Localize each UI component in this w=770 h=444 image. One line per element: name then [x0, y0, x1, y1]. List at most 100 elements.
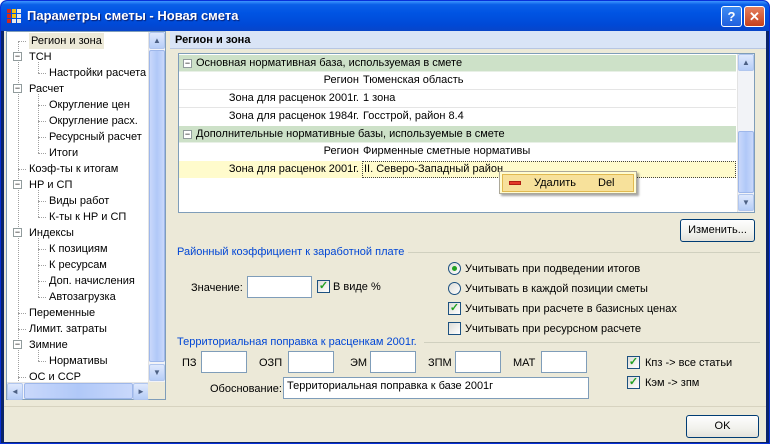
tree-item[interactable]: Итоги	[7, 145, 150, 161]
tree-item[interactable]: Регион и зона	[7, 33, 150, 49]
grid-row[interactable]: Регион Тюменская область	[179, 72, 736, 89]
row-value: Госстрой, район 8.4	[363, 110, 464, 122]
tree-item-label: Зимние	[29, 339, 68, 351]
tree-item-label: К ресурсам	[49, 259, 107, 271]
settings-tree[interactable]: Регион и зона − ТСН Настройки расчета − Расче…	[6, 31, 166, 400]
tree-connector	[18, 313, 26, 314]
tree-item[interactable]: − НР и СП	[7, 177, 150, 193]
tree-item[interactable]: − ТСН	[7, 49, 150, 65]
tree-item[interactable]: Доп. начисления	[7, 273, 150, 289]
row-value: 1 зона	[363, 92, 396, 104]
ok-button[interactable]: OK	[686, 415, 759, 438]
tree-item[interactable]: Ресурсный расчет	[7, 129, 150, 145]
tree-item[interactable]: − Зимние	[7, 337, 150, 353]
tree-item-label: Индексы	[29, 227, 74, 239]
scroll-down-button[interactable]: ▼	[149, 364, 165, 381]
grid-row[interactable]: Зона для расценок 1984г. Госстрой, район…	[179, 108, 736, 125]
menu-item-shortcut: Del	[598, 177, 615, 189]
delete-icon	[509, 181, 521, 185]
grid-category-main[interactable]: − Основная нормативная база, используема…	[179, 55, 736, 72]
collapse-icon[interactable]: −	[13, 180, 22, 189]
tree-item[interactable]: Переменные	[7, 305, 150, 321]
grid-row[interactable]: Регион Фирменные сметные нормативы	[179, 143, 736, 160]
tree-vertical-scrollbar[interactable]: ▲ ▼	[148, 32, 165, 382]
grid-row[interactable]: Зона для расценок 2001г. 1 зона	[179, 90, 736, 107]
help-button[interactable]: ?	[721, 6, 742, 27]
collapse-icon[interactable]: −	[183, 130, 192, 139]
kpz-checkbox[interactable]: ✓	[627, 356, 640, 369]
tree-item[interactable]: Автозагрузка	[7, 289, 150, 305]
tree-item-label: Виды работ	[49, 195, 110, 207]
tree-item-label: Лимит. затраты	[29, 323, 107, 335]
tree-connector	[38, 137, 46, 138]
tree-item[interactable]: Коэф-ты к итогам	[7, 161, 150, 177]
base-prices-checkbox-label: Учитывать при расчете в базисных ценах	[465, 303, 677, 315]
scroll-right-button[interactable]: ►	[133, 383, 149, 400]
tree-item[interactable]: Виды работ	[7, 193, 150, 209]
scroll-thumb[interactable]	[738, 131, 754, 193]
tree-connector	[18, 329, 26, 330]
tree-item-label: Расчет	[29, 83, 64, 95]
kpz-checkbox-label: Кпз -> все статьи	[645, 357, 733, 369]
tree-connector	[38, 281, 46, 282]
tree-horizontal-scrollbar[interactable]: ◄ ►	[7, 382, 150, 400]
kem-checkbox[interactable]: ✓	[627, 376, 640, 389]
scroll-up-button[interactable]: ▲	[738, 54, 754, 71]
mat-input[interactable]	[541, 351, 587, 373]
collapse-icon[interactable]: −	[13, 228, 22, 237]
delete-menu-item[interactable]: Удалить Del	[502, 174, 634, 192]
tree-item[interactable]: Нормативы	[7, 353, 150, 369]
tree-item-label: Настройки расчета	[49, 67, 147, 79]
collapse-icon[interactable]: −	[13, 84, 22, 93]
tree-item[interactable]: Лимит. затраты	[7, 321, 150, 337]
tree-item-label: Ресурсный расчет	[49, 131, 142, 143]
resource-calc-checkbox[interactable]	[448, 322, 461, 335]
tree-item[interactable]: Округление цен	[7, 97, 150, 113]
tree-item[interactable]: К позициям	[7, 241, 150, 257]
scroll-left-button[interactable]: ◄	[7, 383, 23, 400]
coefficient-value-input[interactable]	[247, 276, 312, 298]
tree-connector	[38, 217, 46, 218]
tree-item[interactable]: − Индексы	[7, 225, 150, 241]
em-input[interactable]	[370, 351, 416, 373]
row-value: Фирменные сметные нормативы	[363, 145, 531, 157]
wage-section-title: Районный коэффициент к заработной плате	[177, 246, 405, 258]
territorial-section-title: Территориальная поправка к расценкам 200…	[177, 336, 417, 348]
collapse-icon[interactable]: −	[13, 340, 22, 349]
basis-input[interactable]: Территориальная поправка к базе 2001г	[283, 377, 589, 399]
ozp-input[interactable]	[288, 351, 334, 373]
tree-connector	[38, 297, 46, 298]
tree-item[interactable]: К ресурсам	[7, 257, 150, 273]
tree-item-label: Итоги	[49, 147, 79, 159]
collapse-icon[interactable]: −	[13, 52, 22, 61]
tree-item[interactable]: Округление расх.	[7, 113, 150, 129]
grid-category-additional[interactable]: − Дополнительные нормативные базы, испол…	[179, 126, 736, 143]
zpm-input[interactable]	[455, 351, 501, 373]
property-grid[interactable]: − Основная нормативная база, используема…	[178, 53, 755, 213]
radio-totals[interactable]	[448, 262, 461, 275]
row-label: Зона для расценок 2001г.	[228, 163, 359, 175]
tree-item[interactable]: ОС и ССР	[7, 369, 150, 382]
tree-item[interactable]: К-ты к НР и СП	[7, 209, 150, 225]
scroll-thumb[interactable]	[149, 50, 165, 362]
change-button[interactable]: Изменить...	[680, 219, 755, 242]
tree-item-label: Нормативы	[49, 355, 108, 367]
radio-each-position[interactable]	[448, 282, 461, 295]
scroll-down-button[interactable]: ▼	[738, 194, 754, 211]
grid-row-selected[interactable]: Зона для расценок 2001г. II. Северо-Запа…	[179, 161, 736, 178]
dialog-footer: OK	[4, 406, 766, 442]
tree-item-label: Коэф-ты к итогам	[29, 163, 119, 175]
scroll-up-button[interactable]: ▲	[149, 32, 165, 49]
grid-vertical-scrollbar[interactable]: ▲ ▼	[737, 54, 754, 212]
tree-item-label: Переменные	[29, 307, 96, 319]
ozp-label: ОЗП	[259, 357, 283, 369]
close-button[interactable]: ✕	[744, 6, 765, 27]
title-bar[interactable]: Параметры сметы - Новая смета ? ✕	[1, 1, 769, 31]
percent-checkbox[interactable]: ✓	[317, 280, 330, 293]
tree-item[interactable]: − Расчет	[7, 81, 150, 97]
collapse-icon[interactable]: −	[183, 59, 192, 68]
base-prices-checkbox[interactable]: ✓	[448, 302, 461, 315]
pz-input[interactable]	[201, 351, 247, 373]
horizontal-scroll-thumb[interactable]	[24, 383, 133, 399]
tree-item[interactable]: Настройки расчета	[7, 65, 150, 81]
